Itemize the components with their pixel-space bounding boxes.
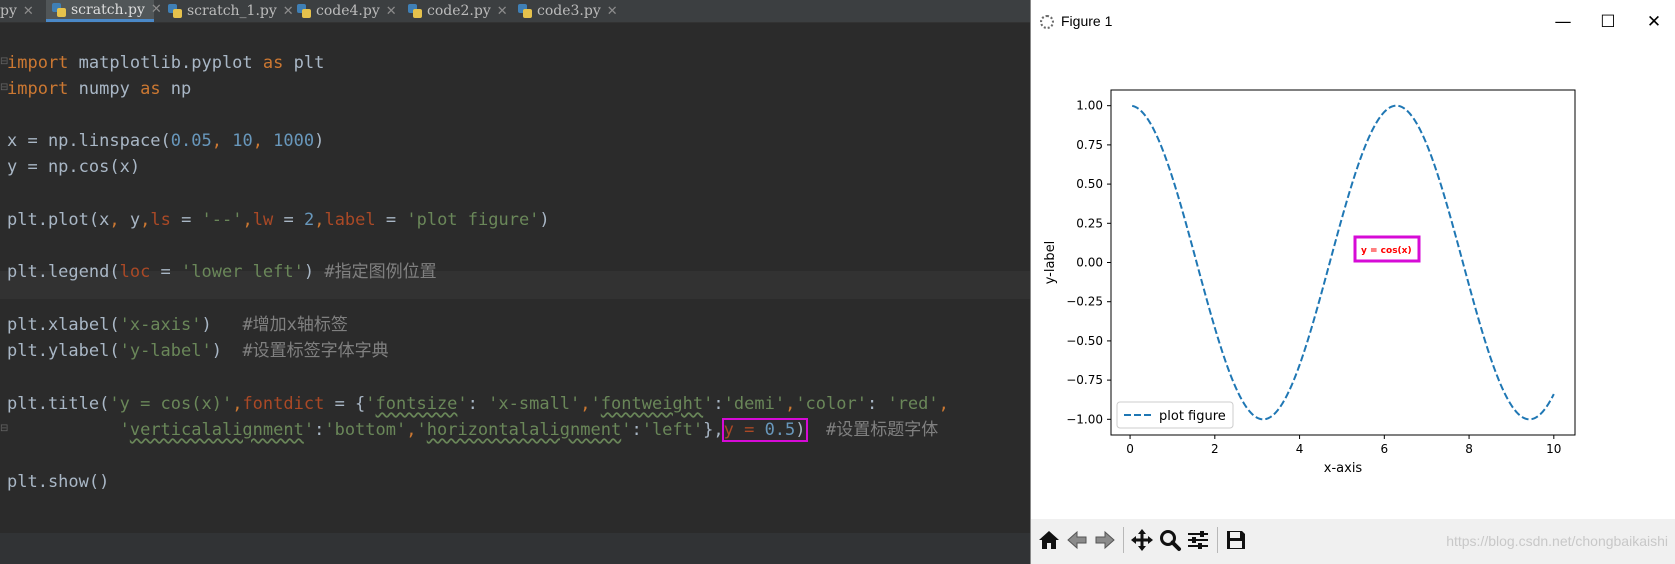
minimize-button[interactable]: — bbox=[1552, 11, 1574, 33]
pan-icon[interactable] bbox=[1128, 526, 1156, 554]
code-area[interactable]: ⊟ ⊟ ⊟ import matplotlib.pyplot as plt im… bbox=[0, 22, 1030, 564]
tab-scratch[interactable]: scratch.py ✕ bbox=[46, 0, 162, 22]
close-icon[interactable]: ✕ bbox=[23, 4, 34, 19]
close-button[interactable]: ✕ bbox=[1643, 11, 1665, 33]
python-file-icon bbox=[518, 4, 532, 18]
plot-svg: 0 2 4 6 8 10 1.00 0.75 0.50 0.25 0.00 −0.25 −0.50 −0.… bbox=[1043, 89, 1576, 476]
fold-marker-icon[interactable]: ⊟ bbox=[0, 82, 8, 96]
code-editor: py ✕ scratch.py ✕ scratch_1.py ✕ code4.p… bbox=[0, 0, 1030, 564]
figure-window: Figure 1 — ☐ ✕ 0 2 4 6 8 10 1.00 0.75 0.50 0.25 0.… bbox=[1030, 0, 1675, 564]
tab-label: py bbox=[0, 3, 17, 19]
code-line-6: plt.legend(loc = 'lower left') #指定图例位置 bbox=[7, 262, 437, 282]
python-file-icon bbox=[408, 4, 422, 18]
code-line-10: 'verticalalignment':'bottom','horizontal… bbox=[119, 418, 939, 442]
python-file-icon bbox=[52, 2, 66, 17]
highlighted-y-arg: y = 0.5) bbox=[721, 418, 808, 442]
tab-code4[interactable]: code4.py ✕ bbox=[297, 0, 397, 22]
zoom-icon[interactable] bbox=[1156, 526, 1184, 554]
x-tick-label: 10 bbox=[1546, 442, 1561, 456]
y-tick-label: 0.25 bbox=[1076, 216, 1103, 230]
fold-marker-icon[interactable]: ⊟ bbox=[0, 56, 8, 70]
window-titlebar[interactable]: Figure 1 — ☐ ✕ bbox=[1031, 0, 1675, 44]
y-tick-label: −0.75 bbox=[1066, 373, 1103, 387]
matplotlib-icon bbox=[1040, 15, 1054, 29]
toolbar-separator bbox=[1123, 527, 1124, 553]
tab-code2[interactable]: code2.py ✕ bbox=[408, 0, 508, 22]
toolbar-separator bbox=[1217, 527, 1218, 553]
y-tick-label: 0.00 bbox=[1076, 256, 1103, 270]
code-line-1: import matplotlib.pyplot as plt bbox=[7, 53, 325, 73]
legend-label: plot figure bbox=[1159, 409, 1226, 424]
tab-label: scratch.py bbox=[71, 1, 145, 18]
y-axis-label: y-label bbox=[1043, 241, 1058, 285]
editor-bottom-strip bbox=[0, 533, 1030, 564]
x-axis-label: x-axis bbox=[1324, 461, 1363, 476]
chart-title: y = cos(x) bbox=[1361, 246, 1412, 256]
fold-marker-icon[interactable]: ⊟ bbox=[0, 423, 8, 437]
tab-code3[interactable]: code3.py ✕ bbox=[518, 0, 618, 22]
close-icon[interactable]: ✕ bbox=[283, 4, 294, 19]
code-line-11: plt.show() bbox=[7, 472, 110, 492]
tab-label: code3.py bbox=[537, 3, 601, 19]
back-arrow-icon[interactable] bbox=[1063, 526, 1091, 554]
y-tick-label: 1.00 bbox=[1076, 99, 1103, 113]
close-icon[interactable]: ✕ bbox=[497, 4, 508, 19]
x-tick-label: 2 bbox=[1211, 442, 1219, 456]
y-tick-label: −0.25 bbox=[1066, 295, 1103, 309]
series-line bbox=[1132, 104, 1555, 421]
y-tick-label: −1.00 bbox=[1066, 412, 1103, 426]
code-line-3: x = np.linspace(0.05, 10, 1000) bbox=[7, 131, 325, 151]
x-tick-label: 0 bbox=[1126, 442, 1134, 456]
forward-arrow-icon[interactable] bbox=[1091, 526, 1119, 554]
x-tick-label: 8 bbox=[1465, 442, 1473, 456]
python-file-icon bbox=[168, 4, 182, 18]
maximize-button[interactable]: ☐ bbox=[1597, 11, 1619, 33]
tab-label: scratch_1.py bbox=[187, 3, 277, 19]
tab-scratch-1[interactable]: scratch_1.py ✕ bbox=[168, 0, 294, 22]
tab-label: code4.py bbox=[316, 3, 380, 19]
figure-toolbar: https://blog.csdn.net/chongbaikaishi bbox=[1031, 519, 1675, 564]
code-line-2: import numpy as np bbox=[7, 79, 192, 99]
home-icon[interactable] bbox=[1035, 526, 1063, 554]
close-icon[interactable]: ✕ bbox=[607, 4, 618, 19]
tab-partial[interactable]: py ✕ bbox=[0, 0, 40, 22]
tab-label: code2.py bbox=[427, 3, 491, 19]
axes-frame bbox=[1110, 89, 1576, 436]
editor-tab-bar: py ✕ scratch.py ✕ scratch_1.py ✕ code4.p… bbox=[0, 0, 1030, 23]
y-tick-label: 0.50 bbox=[1076, 177, 1103, 191]
y-tick-label: −0.50 bbox=[1066, 334, 1103, 348]
code-line-7: plt.xlabel('x-axis') #增加x轴标签 bbox=[7, 315, 348, 335]
python-file-icon bbox=[297, 4, 311, 18]
code-line-9: plt.title('y = cos(x)',fontdict = {'font… bbox=[7, 394, 949, 414]
code-line-8: plt.ylabel('y-label') #设置标签字体字典 bbox=[7, 341, 389, 361]
x-tick-label: 4 bbox=[1296, 442, 1304, 456]
close-icon[interactable]: ✕ bbox=[386, 4, 397, 19]
save-icon[interactable] bbox=[1222, 526, 1250, 554]
y-tick-label: 0.75 bbox=[1076, 138, 1103, 152]
watermark-text: https://blog.csdn.net/chongbaikaishi bbox=[1446, 533, 1668, 549]
figure-canvas[interactable]: 0 2 4 6 8 10 1.00 0.75 0.50 0.25 0.00 −0.25 −0.50 −0.… bbox=[1031, 44, 1675, 519]
code-line-5: plt.plot(x, y,ls = '--',lw = 2,label = '… bbox=[7, 210, 550, 230]
x-tick-label: 6 bbox=[1380, 442, 1388, 456]
window-title: Figure 1 bbox=[1061, 13, 1113, 29]
code-line-4: y = np.cos(x) bbox=[7, 157, 141, 177]
close-icon[interactable]: ✕ bbox=[151, 2, 162, 17]
subplots-config-icon[interactable] bbox=[1184, 526, 1212, 554]
